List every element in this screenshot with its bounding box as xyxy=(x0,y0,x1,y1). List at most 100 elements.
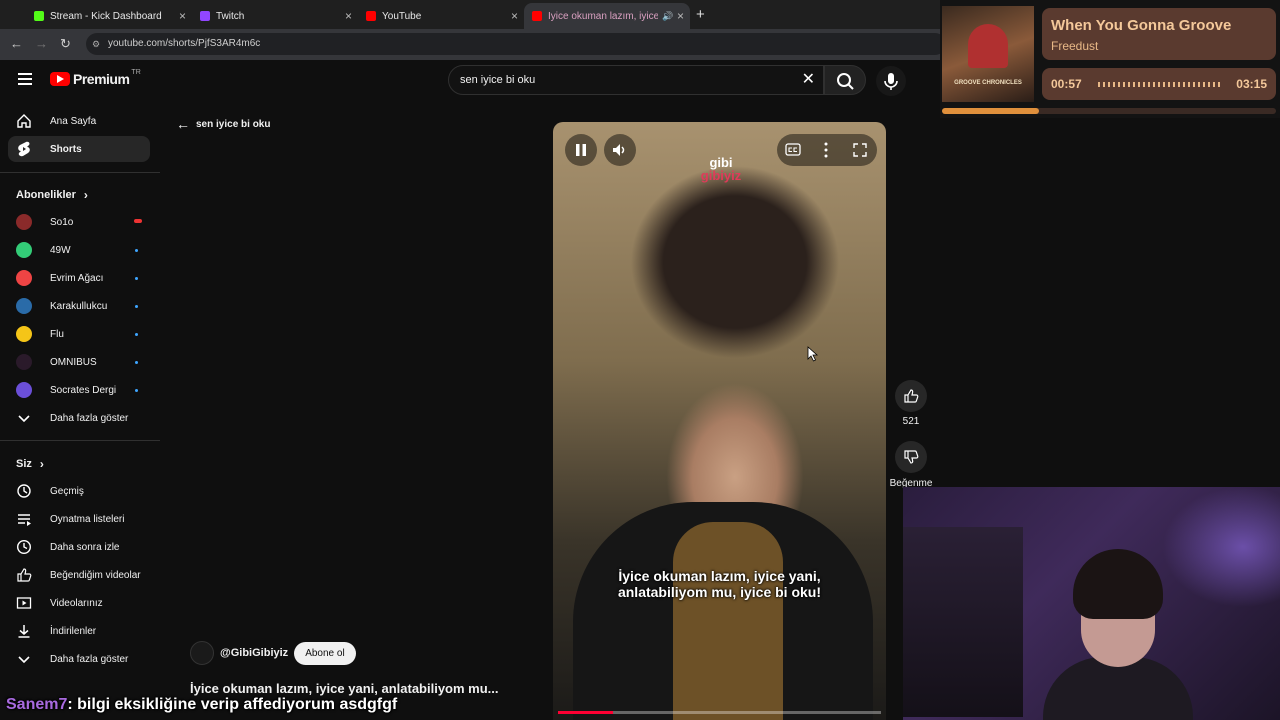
sidebar-item-label: Flu xyxy=(50,328,64,340)
elapsed-time: 00:57 xyxy=(1051,77,1082,91)
video-title[interactable]: İyice okuman lazım, iyice yani, anlatabi… xyxy=(190,681,499,696)
sidebar-item-sub[interactable]: Karakullukcu xyxy=(8,293,150,319)
live-indicator-icon xyxy=(134,219,142,223)
youtube-logo-icon xyxy=(50,72,70,86)
subscriptions-show-more[interactable]: Daha fazla göster xyxy=(8,405,150,431)
player-controls-right xyxy=(777,134,877,166)
more-options-icon[interactable] xyxy=(823,141,829,164)
tab-kick[interactable]: Stream - Kick Dashboard × xyxy=(26,3,192,29)
sidebar-item-liked-videos[interactable]: Beğendiğim videolar xyxy=(8,562,150,588)
sidebar-item-shorts[interactable]: Shorts xyxy=(8,136,150,162)
sidebar-item-sub[interactable]: So1o xyxy=(8,209,150,235)
sidebar-item-home[interactable]: Ana Sayfa xyxy=(8,108,150,134)
twitch-icon xyxy=(200,11,210,21)
chevron-right-icon: › xyxy=(39,457,44,471)
back-arrow-icon: ← xyxy=(176,116,190,132)
menu-icon[interactable] xyxy=(18,73,32,85)
tab-label: YouTube xyxy=(382,10,422,22)
tab-twitch[interactable]: Twitch × xyxy=(192,3,358,29)
site-info-icon[interactable]: ⚙ xyxy=(92,33,100,55)
captions-icon[interactable] xyxy=(785,143,801,162)
you-heading[interactable]: Siz › xyxy=(16,457,44,471)
close-tab-icon[interactable]: × xyxy=(511,9,518,23)
chat-username: Sanem7 xyxy=(6,696,68,713)
fullscreen-icon[interactable] xyxy=(853,143,867,162)
microphone-icon xyxy=(884,73,898,90)
sidebar-item-playlists[interactable]: Oynatma listeleri xyxy=(8,506,150,532)
volume-button[interactable] xyxy=(604,134,636,166)
logo-text: Premium xyxy=(73,71,130,87)
sidebar-item-label: Daha sonra izle xyxy=(50,541,120,553)
sidebar-item-watch-later[interactable]: Daha sonra izle xyxy=(8,534,150,560)
sidebar-item-label: Evrim Ağacı xyxy=(50,272,104,284)
youtube-premium-logo[interactable]: Premium TR xyxy=(50,69,141,87)
channel-avatar[interactable] xyxy=(190,641,214,665)
channel-avatar xyxy=(16,326,32,342)
sidebar-item-your-videos[interactable]: Videolarınız xyxy=(8,590,150,616)
new-content-dot xyxy=(135,249,138,252)
clock-icon xyxy=(16,539,32,555)
sidebar-item-sub[interactable]: Evrim Ağacı xyxy=(8,265,150,291)
back-arrow-icon[interactable]: ← xyxy=(10,36,23,51)
audio-playing-icon[interactable]: 🔊 xyxy=(662,11,673,22)
video-subtitle: İyice okuman lazım, iyice yani, anlatabi… xyxy=(573,568,866,600)
close-tab-icon[interactable]: × xyxy=(345,9,352,23)
dislike-button[interactable] xyxy=(895,441,927,473)
download-icon xyxy=(16,623,32,639)
tab-current-short[interactable]: İyice okuman lazım, iyice ya 🔊 × xyxy=(524,3,690,29)
search-input[interactable]: sen iyice bi oku ✕ xyxy=(448,65,824,95)
video-progress-bar[interactable] xyxy=(558,711,881,714)
back-to-search[interactable]: ← sen iyice bi oku xyxy=(176,116,270,132)
new-tab-button[interactable]: + xyxy=(696,6,705,23)
sidebar-item-label: Videolarınız xyxy=(50,597,103,609)
song-time: 00:57 03:15 xyxy=(1042,68,1276,100)
sidebar-item-sub[interactable]: Socrates Dergi xyxy=(8,377,150,403)
search-button[interactable] xyxy=(824,65,866,95)
webcam-person-hair xyxy=(1073,549,1163,619)
channel-avatar xyxy=(16,242,32,258)
channel-avatar xyxy=(16,270,32,286)
youtube-icon xyxy=(366,11,376,21)
song-artist: Freedust xyxy=(1051,39,1099,53)
new-content-dot xyxy=(135,361,138,364)
like-button[interactable] xyxy=(895,380,927,412)
close-tab-icon[interactable]: × xyxy=(677,9,684,23)
reload-icon[interactable]: ↻ xyxy=(60,36,71,52)
clear-search-icon[interactable]: ✕ xyxy=(802,66,815,94)
pause-button[interactable] xyxy=(565,134,597,166)
shorts-video-player[interactable]: gibi gibiyiz İyice okuman lazım, iyice y… xyxy=(553,122,886,720)
subscriptions-title: Abonelikler xyxy=(16,189,76,201)
sidebar-item-label: Shorts xyxy=(50,143,82,155)
webcam-overlay xyxy=(903,487,1280,720)
album-cover-figure xyxy=(968,24,1008,68)
sidebar-item-sub[interactable]: 49W xyxy=(8,237,150,263)
kick-icon xyxy=(34,11,44,21)
channel-name[interactable]: @GibiGibiyiz xyxy=(220,647,288,659)
url-field[interactable]: ⚙ youtube.com/shorts/PjfS3AR4m6c xyxy=(86,33,946,55)
subscriptions-heading[interactable]: Abonelikler › xyxy=(16,188,88,202)
you-title: Siz xyxy=(16,458,32,470)
song-info: When You Gonna Groove Freedust xyxy=(1042,8,1276,60)
chevron-down-icon xyxy=(16,410,32,426)
tab-label: İyice okuman lazım, iyice ya xyxy=(548,10,658,22)
sidebar-item-sub[interactable]: Flu xyxy=(8,321,150,347)
subscribe-button[interactable]: Abone ol xyxy=(294,641,356,665)
subtitle-line: anlatabiliyom mu, iyice bi oku! xyxy=(617,584,822,600)
divider xyxy=(0,440,160,441)
tab-label: Stream - Kick Dashboard xyxy=(50,10,162,22)
sidebar-item-label: Geçmiş xyxy=(50,485,84,497)
sidebar-item-downloads[interactable]: İndirilenler xyxy=(8,618,150,644)
music-progress-fill xyxy=(942,108,1039,114)
forward-arrow-icon[interactable]: → xyxy=(35,36,48,51)
album-cover: GROOVE CHRONICLES xyxy=(942,6,1034,102)
new-content-dot xyxy=(135,333,138,336)
shorts-icon xyxy=(16,141,32,157)
close-tab-icon[interactable]: × xyxy=(179,9,186,23)
history-icon xyxy=(16,483,32,499)
sidebar-item-history[interactable]: Geçmiş xyxy=(8,478,150,504)
tab-youtube[interactable]: YouTube × xyxy=(358,3,524,29)
you-show-more[interactable]: Daha fazla göster xyxy=(8,646,150,672)
voice-search-button[interactable] xyxy=(876,66,906,96)
video-icon xyxy=(16,595,32,611)
sidebar-item-sub[interactable]: OMNIBUS xyxy=(8,349,150,375)
